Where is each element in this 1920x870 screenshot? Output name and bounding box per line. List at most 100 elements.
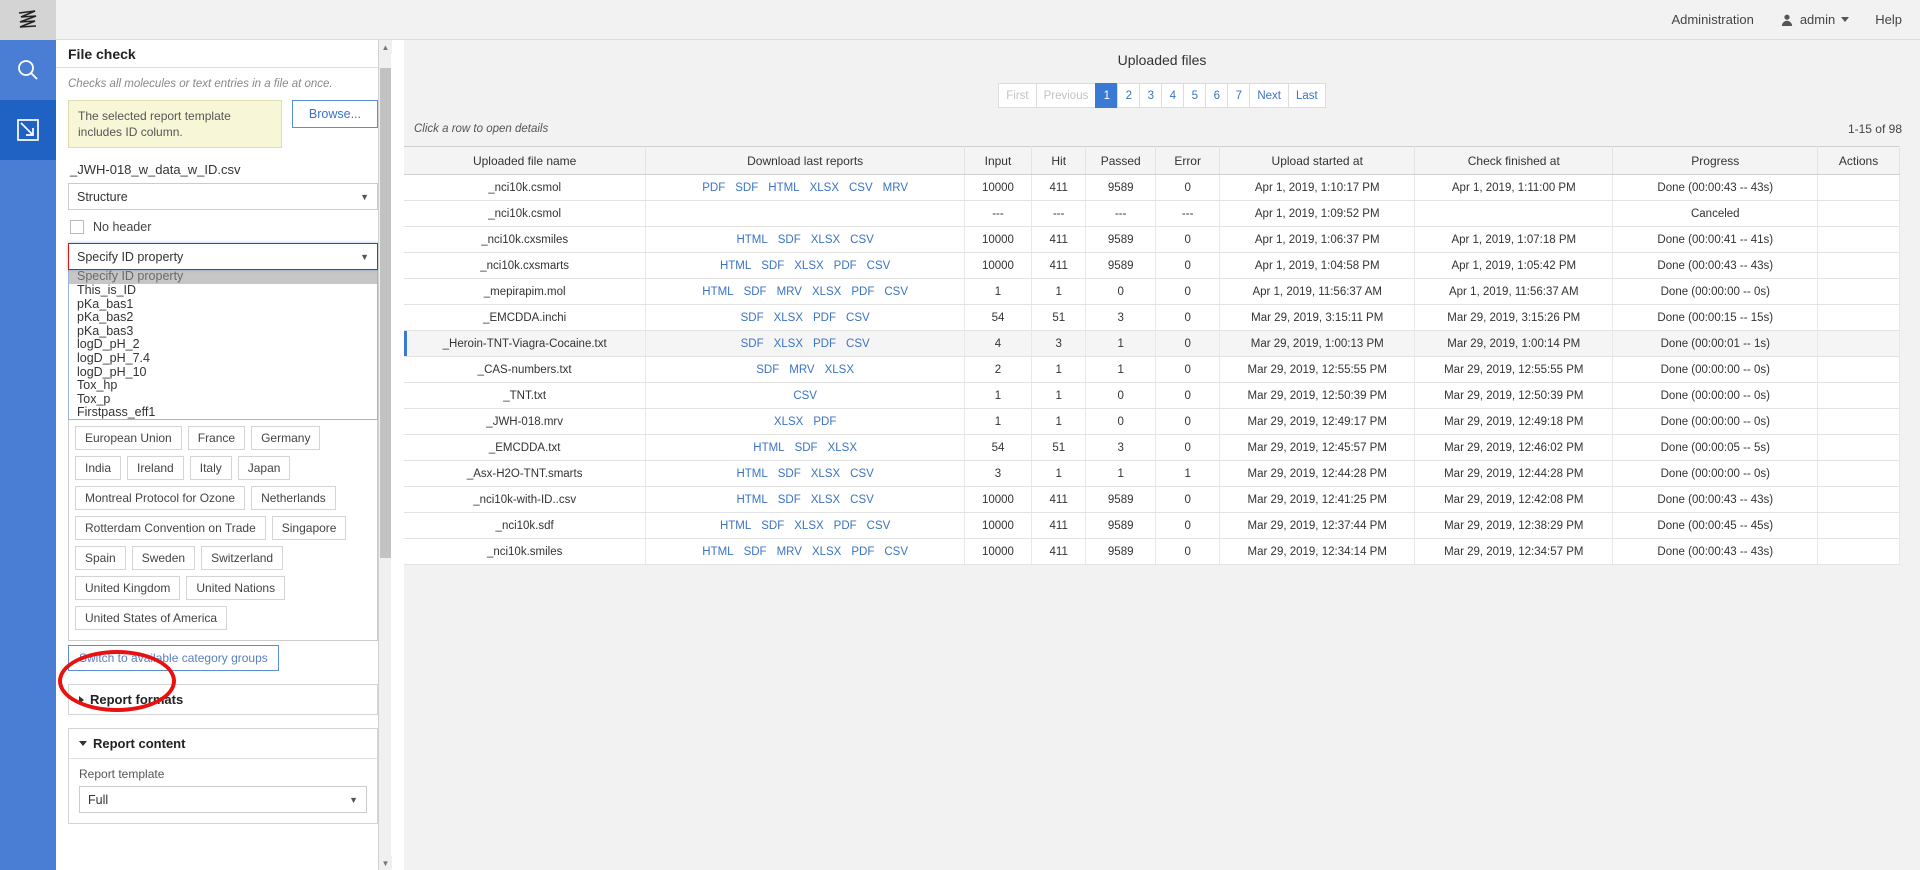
report-link-sdf[interactable]: SDF	[761, 260, 784, 272]
id-property-option[interactable]: This_is_ID	[69, 284, 377, 298]
report-link-pdf[interactable]: PDF	[834, 260, 857, 272]
table-row[interactable]: _Asx-H2O-TNT.smartsHTMLSDFXLSXCSV3111Mar…	[404, 461, 1900, 487]
report-link-csv[interactable]: CSV	[849, 182, 873, 194]
report-link-pdf[interactable]: PDF	[813, 338, 836, 350]
pagination[interactable]: FirstPrevious1234567NextLast	[404, 83, 1920, 108]
category-tag[interactable]: Ireland	[127, 456, 184, 480]
no-header-row[interactable]: No header	[68, 210, 378, 243]
category-tag[interactable]: Spain	[75, 546, 126, 570]
report-link-html[interactable]: HTML	[753, 442, 784, 454]
report-link-csv[interactable]: CSV	[867, 520, 891, 532]
page-button[interactable]: 1	[1095, 83, 1117, 108]
category-tag[interactable]: Sweden	[132, 546, 195, 570]
rail-import[interactable]	[0, 100, 56, 160]
report-link-mrv[interactable]: MRV	[789, 364, 814, 376]
report-link-xlsx[interactable]: XLSX	[774, 416, 803, 428]
report-link-html[interactable]: HTML	[702, 546, 733, 558]
table-row[interactable]: _mepirapim.molHTMLSDFMRVXLSXPDFCSV1100Ap…	[404, 279, 1900, 305]
scroll-up-icon[interactable]: ▲	[379, 40, 392, 54]
category-tag[interactable]: Switzerland	[201, 546, 283, 570]
report-link-sdf[interactable]: SDF	[778, 468, 801, 480]
category-tag[interactable]: United Nations	[186, 576, 285, 600]
browse-button[interactable]: Browse...	[292, 100, 378, 128]
report-link-sdf[interactable]: SDF	[744, 286, 767, 298]
report-link-csv[interactable]: CSV	[793, 390, 817, 402]
id-property-option[interactable]: logD_pH_2	[69, 338, 377, 352]
report-link-csv[interactable]: CSV	[867, 260, 891, 272]
administration-link[interactable]: Administration	[1671, 12, 1753, 27]
table-row[interactable]: _EMCDDA.inchiSDFXLSXPDFCSV545130Mar 29, …	[404, 305, 1900, 331]
table-row[interactable]: _EMCDDA.txtHTMLSDFXLSX545130Mar 29, 2019…	[404, 435, 1900, 461]
table-row[interactable]: _nci10k.csmol------------Apr 1, 2019, 1:…	[404, 201, 1900, 227]
category-tag[interactable]: Montreal Protocol for Ozone	[75, 486, 245, 510]
report-link-html[interactable]: HTML	[720, 260, 751, 272]
category-tag[interactable]: Italy	[190, 456, 232, 480]
id-property-option[interactable]: pKa_bas1	[69, 298, 377, 312]
report-link-pdf[interactable]: PDF	[702, 182, 725, 194]
page-button[interactable]: 3	[1139, 83, 1161, 108]
report-link-csv[interactable]: CSV	[850, 468, 874, 480]
scroll-down-icon[interactable]: ▼	[379, 856, 392, 870]
report-link-sdf[interactable]: SDF	[761, 520, 784, 532]
table-row[interactable]: _nci10k.sdfHTMLSDFXLSXPDFCSV100004119589…	[404, 513, 1900, 539]
id-property-option[interactable]: Tox_p	[69, 393, 377, 407]
table-row[interactable]: _JWH-018.mrvXLSXPDF1100Mar 29, 2019, 12:…	[404, 409, 1900, 435]
category-tag[interactable]: India	[75, 456, 121, 480]
report-link-xlsx[interactable]: XLSX	[810, 182, 839, 194]
id-property-option[interactable]: Firstpass_eff1	[69, 406, 377, 420]
report-link-sdf[interactable]: SDF	[795, 442, 818, 454]
report-link-sdf[interactable]: SDF	[741, 338, 764, 350]
id-property-option[interactable]: Specify ID property	[69, 270, 377, 284]
table-row[interactable]: _nci10k-with-ID..csvHTMLSDFXLSXCSV100004…	[404, 487, 1900, 513]
report-link-xlsx[interactable]: XLSX	[794, 260, 823, 272]
report-link-xlsx[interactable]: XLSX	[811, 494, 840, 506]
report-link-mrv[interactable]: MRV	[883, 182, 908, 194]
report-link-html[interactable]: HTML	[736, 468, 767, 480]
report-link-mrv[interactable]: MRV	[777, 546, 802, 558]
report-link-csv[interactable]: CSV	[846, 312, 870, 324]
page-button[interactable]: 7	[1227, 83, 1249, 108]
report-template-select[interactable]: Full ▼	[79, 786, 367, 813]
page-button[interactable]: 4	[1161, 83, 1183, 108]
report-formats-header[interactable]: Report formats	[69, 685, 377, 714]
report-link-xlsx[interactable]: XLSX	[825, 364, 854, 376]
report-link-sdf[interactable]: SDF	[778, 234, 801, 246]
user-menu[interactable]: admin	[1780, 12, 1849, 27]
id-property-option[interactable]: Tox_hp	[69, 379, 377, 393]
help-link[interactable]: Help	[1875, 12, 1902, 27]
report-link-pdf[interactable]: PDF	[851, 546, 874, 558]
id-property-option[interactable]: logD_pH_7.4	[69, 352, 377, 366]
report-link-csv[interactable]: CSV	[884, 286, 908, 298]
sidebar-scrollbar[interactable]: ▲ ▼	[378, 40, 391, 870]
report-formats-accordion[interactable]: Report formats	[68, 684, 378, 715]
report-link-xlsx[interactable]: XLSX	[812, 286, 841, 298]
rail-search[interactable]	[0, 40, 56, 100]
report-link-html[interactable]: HTML	[768, 182, 799, 194]
report-link-pdf[interactable]: PDF	[851, 286, 874, 298]
category-tag[interactable]: France	[188, 426, 245, 450]
table-row[interactable]: _nci10k.cxsmartsHTMLSDFXLSXPDFCSV1000041…	[404, 253, 1900, 279]
table-row[interactable]: _Heroin-TNT-Viagra-Cocaine.txtSDFXLSXPDF…	[404, 331, 1900, 357]
report-link-csv[interactable]: CSV	[846, 338, 870, 350]
no-header-checkbox[interactable]	[70, 220, 84, 234]
report-link-csv[interactable]: CSV	[850, 234, 874, 246]
report-link-sdf[interactable]: SDF	[756, 364, 779, 376]
sidebar-scroll-thumb[interactable]	[380, 68, 391, 558]
report-link-xlsx[interactable]: XLSX	[828, 442, 857, 454]
id-property-option[interactable]: logD_pH_10	[69, 366, 377, 380]
table-row[interactable]: _CAS-numbers.txtSDFMRVXLSX2110Mar 29, 20…	[404, 357, 1900, 383]
category-tag[interactable]: European Union	[75, 426, 182, 450]
id-property-select[interactable]: Specify ID property ▼	[68, 243, 378, 270]
page-button[interactable]: Last	[1288, 83, 1326, 108]
table-row[interactable]: _nci10k.csmolPDFSDFHTMLXLSXCSVMRV1000041…	[404, 175, 1900, 201]
report-content-header[interactable]: Report content	[69, 729, 377, 758]
category-tag[interactable]: Rotterdam Convention on Trade	[75, 516, 266, 540]
table-row[interactable]: _TNT.txtCSV1100Mar 29, 2019, 12:50:39 PM…	[404, 383, 1900, 409]
report-link-pdf[interactable]: PDF	[813, 416, 836, 428]
report-link-html[interactable]: HTML	[720, 520, 751, 532]
report-link-pdf[interactable]: PDF	[834, 520, 857, 532]
category-tag[interactable]: United Kingdom	[75, 576, 180, 600]
report-link-sdf[interactable]: SDF	[735, 182, 758, 194]
page-button[interactable]: 6	[1205, 83, 1227, 108]
report-link-xlsx[interactable]: XLSX	[811, 468, 840, 480]
